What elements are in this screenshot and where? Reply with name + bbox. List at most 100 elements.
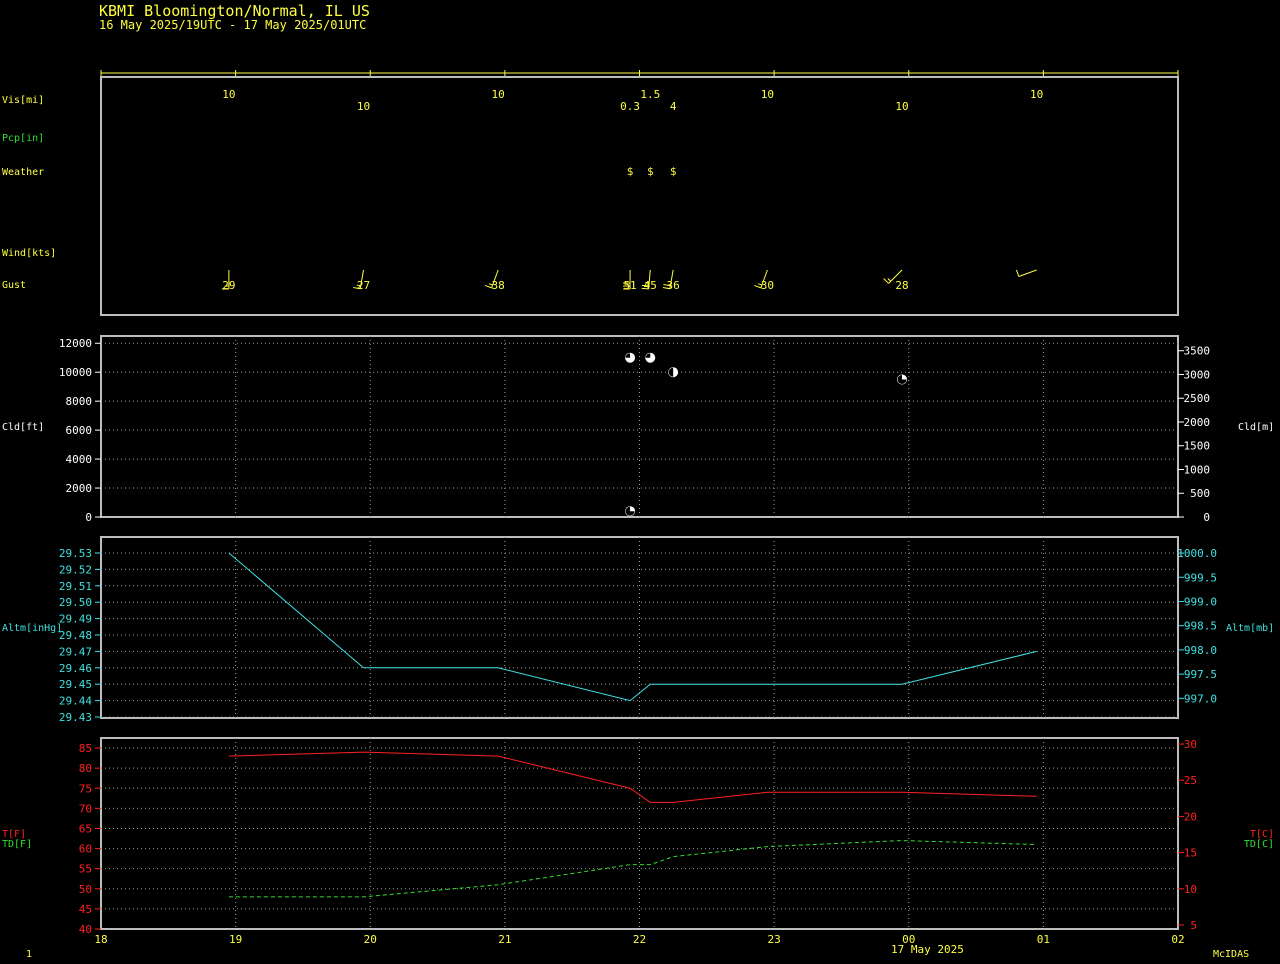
cloud-m-tick-label: 1500 <box>1184 440 1211 453</box>
cloud-m-tick-label: 500 <box>1190 487 1210 500</box>
temp-c-tick-label: 5 <box>1190 919 1197 932</box>
altm-mb-tick-label: 999.0 <box>1184 595 1217 608</box>
cloud-ft-tick-label: 10000 <box>59 366 92 379</box>
temp-c-tick-label: 20 <box>1184 810 1197 823</box>
cloud-ft-tick-label: 2000 <box>66 482 93 495</box>
cloud-cover-sector <box>646 353 651 358</box>
cloud-cover-sector <box>626 353 631 358</box>
visibility-value: 10 <box>761 88 774 101</box>
altm-inhg-tick-label: 29.45 <box>59 678 92 691</box>
altm-inhg-tick-label: 29.53 <box>59 547 92 560</box>
chart-marks: 1819202122230001021029102710380.3$511.5$… <box>59 70 1217 946</box>
cloud-m-tick-label: 2500 <box>1184 392 1211 405</box>
weather-symbol: $ <box>627 165 634 178</box>
altm-inhg-tick-label: 29.51 <box>59 580 92 593</box>
wind-barb-full <box>884 278 889 283</box>
temp-c-tick-label: 25 <box>1184 774 1197 787</box>
altm-inhg-tick-label: 29.50 <box>59 596 92 609</box>
visibility-value: 1.5 <box>640 88 660 101</box>
cloud-panel-frame <box>101 336 1178 517</box>
cloud-ft-tick-label: 0 <box>85 511 92 524</box>
cloud-m-axis-label: Cld[m] <box>1238 422 1274 433</box>
temp-f-tick-label: 40 <box>79 923 92 936</box>
gust-value: 28 <box>895 279 908 292</box>
vis-label: Vis[mi] <box>2 95 44 106</box>
wind-barb-full <box>642 288 649 289</box>
mcidas-credit: McIDAS <box>1213 949 1249 960</box>
dewpoint-c-axis-label: TD[C] <box>1244 839 1274 850</box>
weather-symbol: $ <box>670 165 677 178</box>
temp-f-tick-label: 85 <box>79 742 92 755</box>
x-tick-label: 20 <box>364 933 377 946</box>
gust-label: Gust <box>2 280 26 291</box>
visibility-value: 10 <box>895 100 908 113</box>
altm-inhg-axis-label: Altm[inHg] <box>2 623 62 634</box>
x-tick-label: 22 <box>633 933 646 946</box>
cloud-ft-tick-label: 12000 <box>59 337 92 350</box>
altm-mb-tick-label: 999.5 <box>1184 571 1217 584</box>
temp-c-tick-label: 10 <box>1184 883 1197 896</box>
altm-mb-tick-label: 998.0 <box>1184 644 1217 657</box>
altm-mb-tick-label: 998.5 <box>1184 620 1217 633</box>
temp-f-tick-label: 60 <box>79 843 92 856</box>
temp-f-tick-label: 80 <box>79 762 92 775</box>
temp-f-tick-label: 45 <box>79 903 92 916</box>
visibility-value: 4 <box>670 100 677 113</box>
wind-label: Wind[kts] <box>2 248 56 259</box>
cloud-m-tick-label: 3000 <box>1184 368 1211 381</box>
visibility-value: 10 <box>492 88 505 101</box>
altm-inhg-tick-label: 29.47 <box>59 645 92 658</box>
cloud-m-tick-label: 2000 <box>1184 416 1211 429</box>
meteogram: KBMI Bloomington/Normal, IL US 16 May 20… <box>0 0 1280 960</box>
temp-f-tick-label: 70 <box>79 802 92 815</box>
visibility-value: 0.3 <box>620 100 640 113</box>
dewpoint-f-axis-label: TD[F] <box>2 839 32 850</box>
meteogram-chart: KBMI Bloomington/Normal, IL US 16 May 20… <box>0 0 1280 960</box>
temp-f-tick-label: 65 <box>79 822 92 835</box>
wind-barb-staff <box>1019 270 1037 276</box>
x-tick-label: 23 <box>768 933 781 946</box>
x-tick-label: 18 <box>94 933 107 946</box>
x-tick-label: 19 <box>229 933 242 946</box>
x-tick-label: 21 <box>498 933 511 946</box>
altm-inhg-tick-label: 29.52 <box>59 563 92 576</box>
altm-inhg-tick-label: 29.48 <box>59 629 92 642</box>
weather-symbol: $ <box>647 165 654 178</box>
altm-mb-axis-label: Altm[mb] <box>1226 623 1274 634</box>
temp-c-tick-label: 15 <box>1184 847 1197 860</box>
altm-inhg-tick-label: 29.46 <box>59 662 92 675</box>
altm-mb-tick-label: 997.5 <box>1184 668 1217 681</box>
altm-mb-tick-label: 997.0 <box>1184 692 1217 705</box>
weather-label: Weather <box>2 167 44 178</box>
cloud-m-tick-label: 1000 <box>1184 463 1211 476</box>
gust-value: 38 <box>492 279 505 292</box>
visibility-value: 10 <box>222 88 235 101</box>
altm-inhg-tick-label: 29.49 <box>59 613 92 626</box>
cloud-m-tick-label: 3500 <box>1184 345 1211 358</box>
x-tick-label: 02 <box>1171 933 1184 946</box>
wind-barb-full <box>642 285 649 286</box>
temperature-line <box>229 752 1037 802</box>
temp-c-tick-label: 30 <box>1184 738 1197 751</box>
wind-barb-half <box>888 278 891 281</box>
wind-barb-half <box>357 285 361 286</box>
cloud-ft-tick-label: 8000 <box>66 395 93 408</box>
dewpoint-line <box>229 841 1037 897</box>
pcp-label: Pcp[in] <box>2 133 44 144</box>
x-tick-label: 00 <box>902 933 915 946</box>
gust-value: 30 <box>761 279 774 292</box>
footer-number: 1 <box>26 949 32 960</box>
cloud-ft-tick-label: 4000 <box>66 453 93 466</box>
cloud-ft-axis-label: Cld[ft] <box>2 422 44 433</box>
visibility-value: 10 <box>357 100 370 113</box>
temp-f-tick-label: 55 <box>79 863 92 876</box>
visibility-value: 10 <box>1030 88 1043 101</box>
temp-f-tick-label: 75 <box>79 782 92 795</box>
altimeter-line <box>229 553 1037 701</box>
altimeter-panel-frame <box>101 537 1178 718</box>
x-tick-label: 01 <box>1037 933 1050 946</box>
cloud-ft-tick-label: 6000 <box>66 424 93 437</box>
period-subtitle: 16 May 2025/19UTC - 17 May 2025/01UTC <box>99 18 366 32</box>
cloud-m-tick-label: 0 <box>1203 511 1210 524</box>
temp-f-tick-label: 50 <box>79 883 92 896</box>
